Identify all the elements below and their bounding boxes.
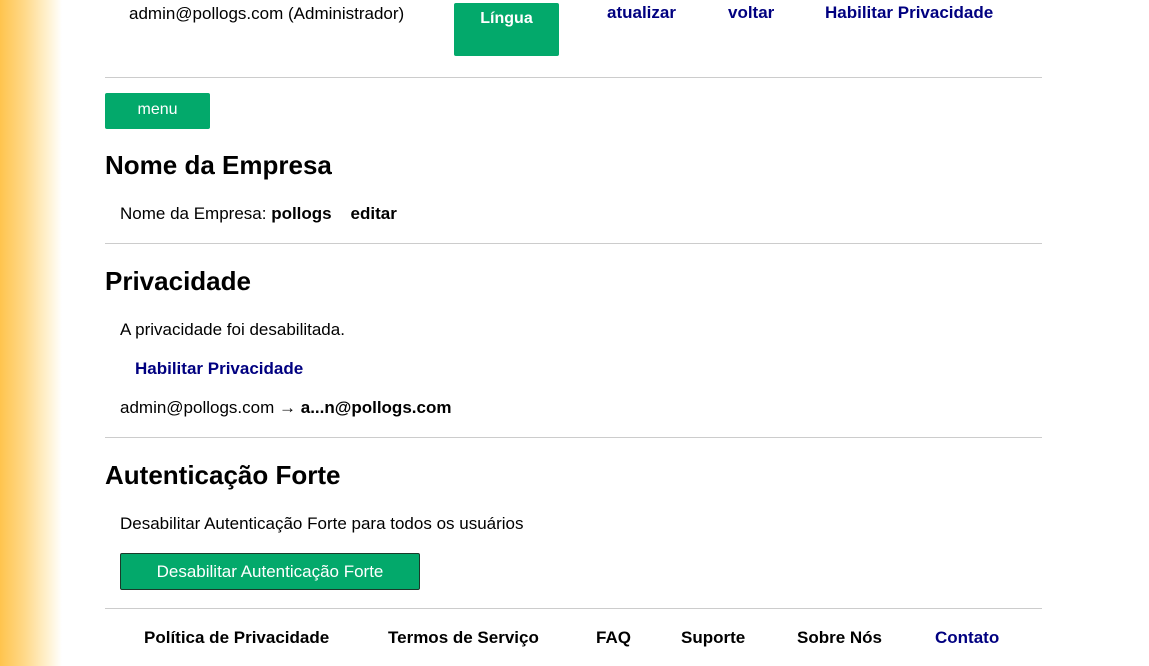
divider [105,437,1042,438]
footer-faq-link[interactable]: FAQ [596,628,631,648]
privacy-email-row: admin@pollogs.com → a...n@pollogs.com [120,398,451,418]
divider [105,243,1042,244]
back-link[interactable]: voltar [728,3,774,23]
company-name-label: Nome da Empresa: [120,204,267,223]
company-name-value: pollogs [271,204,332,223]
refresh-link[interactable]: atualizar [607,3,676,23]
footer-about-link[interactable]: Sobre Nós [797,628,882,648]
left-gradient-strip [0,0,62,666]
strong-auth-description: Desabilitar Autenticação Forte para todo… [120,514,524,533]
language-button[interactable]: Língua [454,3,559,56]
menu-button[interactable]: menu [105,93,210,129]
strong-auth-heading: Autenticação Forte [105,460,341,490]
footer-support-link[interactable]: Suporte [681,628,745,648]
privacy-heading: Privacidade [105,266,251,296]
disable-strong-auth-button[interactable]: Desabilitar Autenticação Forte [120,553,420,590]
page-content: admin@pollogs.com (Administrador) Língua… [105,0,1042,666]
footer-contact-link[interactable]: Contato [935,628,999,648]
arrow-icon: → [279,398,297,417]
email-original: admin@pollogs.com [120,398,275,417]
company-heading: Nome da Empresa [105,150,332,180]
privacy-status-text: A privacidade foi desabilitada. [120,320,345,339]
email-masked: a...n@pollogs.com [300,398,452,417]
edit-company-link[interactable]: editar [351,204,397,223]
footer-terms-link[interactable]: Termos de Serviço [388,628,539,648]
enable-privacy-link[interactable]: Habilitar Privacidade [135,359,303,379]
footer-privacy-policy-link[interactable]: Política de Privacidade [144,628,329,648]
top-header: admin@pollogs.com (Administrador) Língua… [105,0,1042,78]
current-user-label: admin@pollogs.com (Administrador) [129,4,405,23]
header-enable-privacy-link[interactable]: Habilitar Privacidade [825,3,993,23]
divider [105,608,1042,609]
company-name-row: Nome da Empresa: pollogs editar [120,204,397,224]
